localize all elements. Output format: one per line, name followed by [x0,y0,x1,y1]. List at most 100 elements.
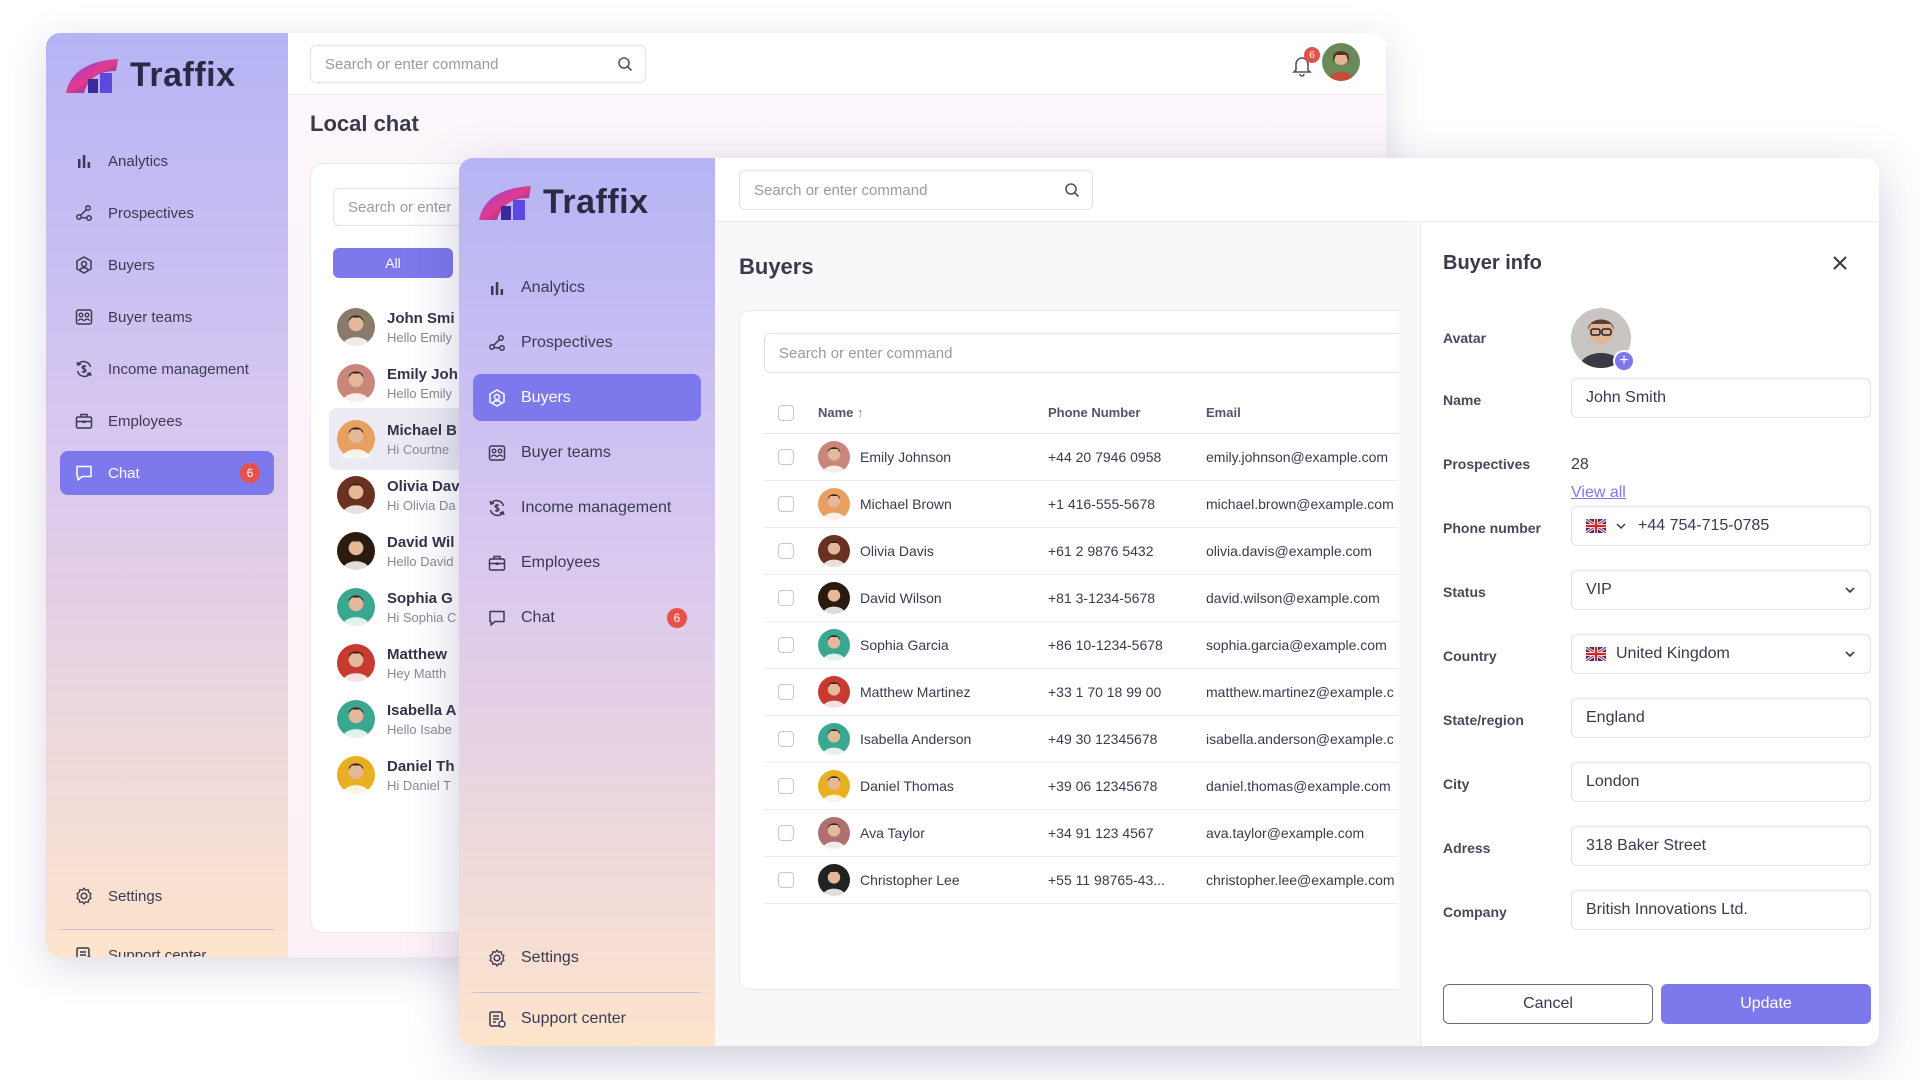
row-checkbox[interactable] [778,778,794,795]
sidebar-item-buyer-teams[interactable]: Buyer teams [473,429,701,476]
chevron-down-icon [1845,587,1855,594]
chevron-down-icon[interactable] [1616,521,1626,531]
sidebar-item-analytics[interactable]: Analytics [60,139,274,183]
row-checkbox[interactable] [778,590,794,607]
sidebar-item-prospectives[interactable]: Prospectives [60,191,274,235]
table-search-input[interactable]: Search or enter command [764,333,1399,373]
search-icon [618,57,633,72]
buyer-phone: +55 11 98765-43... [1048,856,1206,904]
select-all-checkbox[interactable] [778,405,794,422]
close-icon[interactable] [1831,254,1849,272]
row-checkbox[interactable] [778,449,794,466]
view-all-link[interactable]: View all [1571,484,1626,502]
search-input[interactable]: Search or enter command [310,45,646,83]
buyer-name: Emily Johnson [860,448,952,465]
buyer-name-cell: Michael Brown [818,487,1048,520]
chat-contact-name: Olivia Dav [387,477,460,495]
label-name: Name [1443,392,1482,408]
sidebar-item-prospectives[interactable]: Prospectives [473,319,701,366]
sidebar-item-buyers[interactable]: Buyers [60,243,274,287]
search-input[interactable]: Search or enter command [739,170,1093,210]
update-button[interactable]: Update [1661,984,1871,1024]
sidebar-item-label: Settings [521,949,579,966]
table-row[interactable]: Emily Johnson +44 20 7946 0958 emily.johns… [764,433,1399,481]
company-field[interactable]: British Innovations Ltd. [1571,890,1871,930]
table-row[interactable]: Christopher Lee +55 11 98765-43... christo… [764,856,1399,904]
sidebar-item-analytics[interactable]: Analytics [473,264,701,311]
chat-last-message: Hi Olivia Da [387,497,456,513]
column-email[interactable]: Email [1206,393,1399,434]
status-select[interactable]: VIP [1571,570,1871,610]
user-avatar[interactable] [1322,43,1360,81]
table-row[interactable]: Ava Taylor +34 91 123 4567 ava.taylor@exam… [764,809,1399,857]
table-row[interactable]: Olivia Davis +61 2 9876 5432 olivia.davis@… [764,527,1399,575]
state-field[interactable]: England [1571,698,1871,738]
chat-last-message: Hi Daniel T [387,777,452,793]
table-row[interactable]: Sophia Garcia +86 10-1234-5678 sophia.garc… [764,621,1399,669]
table-header-row: Name ↑ Phone Number Email [764,393,1399,434]
row-checkbox[interactable] [778,496,794,513]
sidebar-item-label: Buyer teams [521,443,611,461]
phone-field[interactable]: +44 754-715-0785 [1571,506,1871,546]
sidebar-item-employees[interactable]: Employees [60,399,274,443]
sidebar-item-settings[interactable]: Settings [60,871,274,921]
sidebar-item-support-center[interactable]: Support center [60,930,274,957]
prospectives-count: 28 [1571,456,1589,473]
city-field[interactable]: London [1571,762,1871,802]
sidebar-item-buyers[interactable]: Buyers [473,374,701,421]
status-value: VIP [1586,581,1612,598]
bar-chart-icon [74,151,94,171]
chat-bubble-icon [74,463,94,483]
sidebar-item-settings[interactable]: Settings [473,932,701,984]
sidebar-nav: Analytics Prospectives Buyers Buyer teams In… [473,264,701,649]
table-row[interactable]: Matthew Martinez +33 1 70 18 99 00 matthew… [764,668,1399,716]
label-city: City [1443,776,1470,792]
table-row[interactable]: Daniel Thomas +39 06 12345678 daniel.thoma… [764,762,1399,810]
table-row[interactable]: David Wilson +81 3-1234-5678 david.wilson@… [764,574,1399,622]
buyer-name-cell: Sophia Garcia [818,628,1048,661]
sidebar-item-employees[interactable]: Employees [473,539,701,586]
chat-last-message: Hi Sophia C [387,609,457,625]
row-checkbox[interactable] [778,731,794,748]
buyer-name-cell: Ava Taylor [818,816,1048,849]
chat-text: Daniel Th Hi Daniel T [387,758,455,793]
address-field[interactable]: 318 Baker Street [1571,826,1871,866]
row-checkbox[interactable] [778,543,794,560]
sidebar-item-support-center[interactable]: Support center [473,993,701,1045]
name-field[interactable]: John Smith [1571,378,1871,418]
row-checkbox[interactable] [778,684,794,701]
add-avatar-button[interactable]: + [1613,350,1635,372]
row-checkbox[interactable] [778,637,794,654]
sidebar-item-buyer-teams[interactable]: Buyer teams [60,295,274,339]
column-phone[interactable]: Phone Number [1048,393,1206,434]
support-icon [74,945,94,957]
contact-avatar [337,476,375,514]
buyer-email: daniel.thomas@example.com [1206,762,1399,810]
sidebar-item-income-management[interactable]: Income management [60,347,274,391]
bar-chart-icon [487,278,507,298]
chat-contact-name: Sophia G [387,589,453,607]
row-checkbox[interactable] [778,825,794,842]
buyer-email: sophia.garcia@example.com [1206,621,1399,669]
contact-avatar [818,863,850,896]
sidebar-item-chat[interactable]: Chat 6 [473,594,701,641]
contact-avatar [818,534,850,567]
sidebar-item-label: Settings [108,887,163,905]
table-row[interactable]: Isabella Anderson +49 30 12345678 isabella… [764,715,1399,763]
uk-flag-icon [1586,519,1606,533]
chat-text: John Smi Hello Emily [387,310,455,345]
buyers-table: Name ↑ Phone Number Email Emily Johnson +… [764,393,1399,904]
sidebar-item-income-management[interactable]: Income management [473,484,701,531]
buyer-email: michael.brown@example.com [1206,480,1399,528]
country-select[interactable]: United Kingdom [1571,634,1871,674]
contact-avatar [337,308,375,346]
filter-all-button[interactable]: All [333,248,453,278]
cancel-button[interactable]: Cancel [1443,984,1653,1024]
sidebar-item-label: Income management [521,498,672,516]
buyer-name: Daniel Thomas [860,777,954,794]
column-name[interactable]: Name ↑ [818,393,1048,434]
topbar: Search or enter command 6 [715,158,1879,222]
row-checkbox[interactable] [778,872,794,889]
sidebar-item-chat[interactable]: Chat 6 [60,451,274,495]
table-row[interactable]: Michael Brown +1 416-555-5678 michael.brow… [764,480,1399,528]
